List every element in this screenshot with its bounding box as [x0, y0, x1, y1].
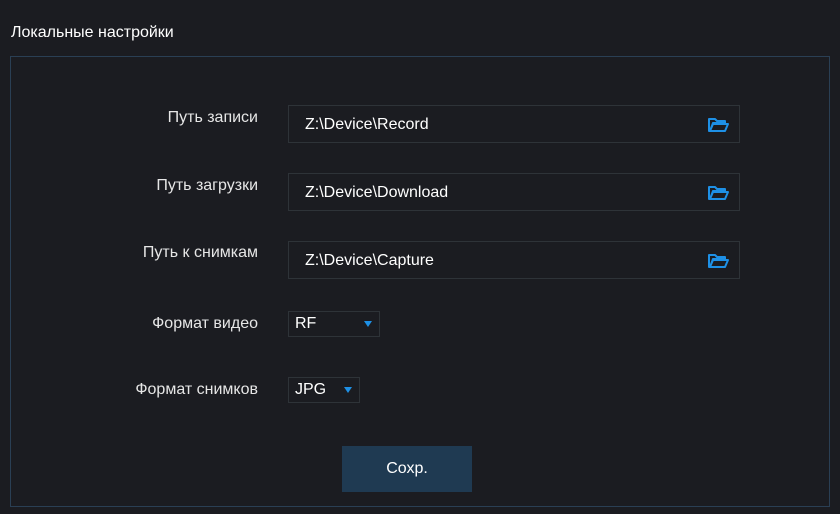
- chevron-down-icon: [344, 387, 352, 393]
- snapshot-format-select[interactable]: JPG: [288, 377, 360, 403]
- capture-path-field[interactable]: Z:\Device\Capture: [288, 241, 740, 279]
- download-path-field[interactable]: Z:\Device\Download: [288, 173, 740, 211]
- video-format-label: Формат видео: [152, 315, 258, 332]
- folder-icon[interactable]: [707, 253, 729, 269]
- save-button[interactable]: Сохр.: [342, 446, 472, 492]
- folder-icon[interactable]: [707, 117, 729, 133]
- page-title: Локальные настройки: [11, 24, 174, 41]
- record-path-label: Путь записи: [167, 109, 258, 126]
- download-path-value: Z:\Device\Download: [305, 184, 449, 201]
- record-path-value: Z:\Device\Record: [305, 116, 429, 133]
- capture-path-label: Путь к снимкам: [142, 244, 258, 261]
- snapshot-format-label: Формат снимков: [135, 381, 258, 398]
- video-format-select[interactable]: RF: [288, 311, 380, 337]
- snapshot-format-value: JPG: [295, 381, 327, 398]
- record-path-field[interactable]: Z:\Device\Record: [288, 105, 740, 143]
- download-path-label: Путь загрузки: [156, 177, 258, 194]
- chevron-down-icon: [364, 321, 372, 327]
- capture-path-value: Z:\Device\Capture: [305, 252, 434, 269]
- folder-icon[interactable]: [707, 185, 729, 201]
- video-format-value: RF: [295, 315, 317, 332]
